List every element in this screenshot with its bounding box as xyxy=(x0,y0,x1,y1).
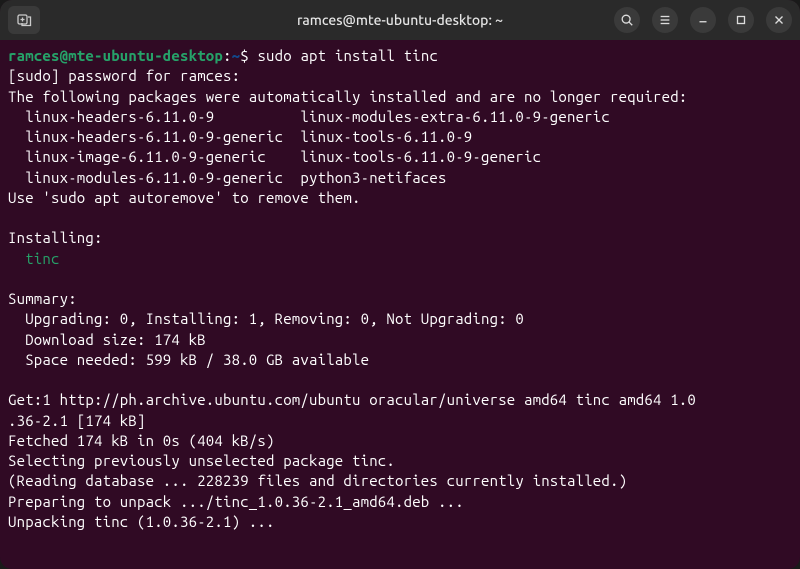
output-line: Summary: xyxy=(8,289,792,309)
output-line: linux-headers-6.11.0-9-generic linux-too… xyxy=(8,127,792,147)
output-line: Use 'sudo apt autoremove' to remove them… xyxy=(8,188,792,208)
prompt-symbol: $ xyxy=(240,47,249,64)
output-line: Space needed: 599 kB / 38.0 GB available xyxy=(8,350,792,370)
terminal-window: ramces@mte-ubuntu-desktop: ~ xyxy=(0,0,800,569)
minimize-button[interactable] xyxy=(690,7,716,33)
prompt-separator: : xyxy=(223,47,232,64)
output-line: Unpacking tinc (1.0.36-2.1) ... xyxy=(8,512,792,532)
prompt-path: ~ xyxy=(232,47,241,64)
menu-button[interactable] xyxy=(652,7,678,33)
output-line: Download size: 174 kB xyxy=(8,330,792,350)
search-icon xyxy=(620,13,634,27)
maximize-icon xyxy=(734,13,748,27)
terminal-body[interactable]: ramces@mte-ubuntu-desktop:~$ sudo apt in… xyxy=(0,40,800,569)
output-blank xyxy=(8,269,792,289)
new-tab-icon xyxy=(16,12,32,28)
output-line: Fetched 174 kB in 0s (404 kB/s) xyxy=(8,431,792,451)
maximize-button[interactable] xyxy=(728,7,754,33)
window-titlebar: ramces@mte-ubuntu-desktop: ~ xyxy=(0,0,800,40)
prompt-line: ramces@mte-ubuntu-desktop:~$ sudo apt in… xyxy=(8,46,792,66)
output-line: Selecting previously unselected package … xyxy=(8,451,792,471)
titlebar-right xyxy=(614,7,792,33)
output-line: Upgrading: 0, Installing: 1, Removing: 0… xyxy=(8,309,792,329)
close-icon xyxy=(772,13,786,27)
output-line: Preparing to unpack .../tinc_1.0.36-2.1_… xyxy=(8,492,792,512)
window-title: ramces@mte-ubuntu-desktop: ~ xyxy=(297,12,503,28)
close-button[interactable] xyxy=(766,7,792,33)
output-line: [sudo] password for ramces: xyxy=(8,66,792,86)
output-line: linux-modules-6.11.0-9-generic python3-n… xyxy=(8,168,792,188)
output-blank xyxy=(8,370,792,390)
output-line: (Reading database ... 228239 files and d… xyxy=(8,471,792,491)
output-line: The following packages were automaticall… xyxy=(8,87,792,107)
output-blank xyxy=(8,208,792,228)
new-tab-button[interactable] xyxy=(8,6,40,34)
command-text: sudo apt install tinc xyxy=(257,47,438,64)
titlebar-left xyxy=(8,6,40,34)
installing-package: tinc xyxy=(8,249,792,269)
minimize-icon xyxy=(696,13,710,27)
prompt-user-host: ramces@mte-ubuntu-desktop xyxy=(8,47,223,64)
output-line: .36-2.1 [174 kB] xyxy=(8,411,792,431)
hamburger-icon xyxy=(658,13,672,27)
output-line: linux-image-6.11.0-9-generic linux-tools… xyxy=(8,147,792,167)
output-line: linux-headers-6.11.0-9 linux-modules-ext… xyxy=(8,107,792,127)
search-button[interactable] xyxy=(614,7,640,33)
output-line: Get:1 http://ph.archive.ubuntu.com/ubunt… xyxy=(8,390,792,410)
output-line: Installing: xyxy=(8,228,792,248)
